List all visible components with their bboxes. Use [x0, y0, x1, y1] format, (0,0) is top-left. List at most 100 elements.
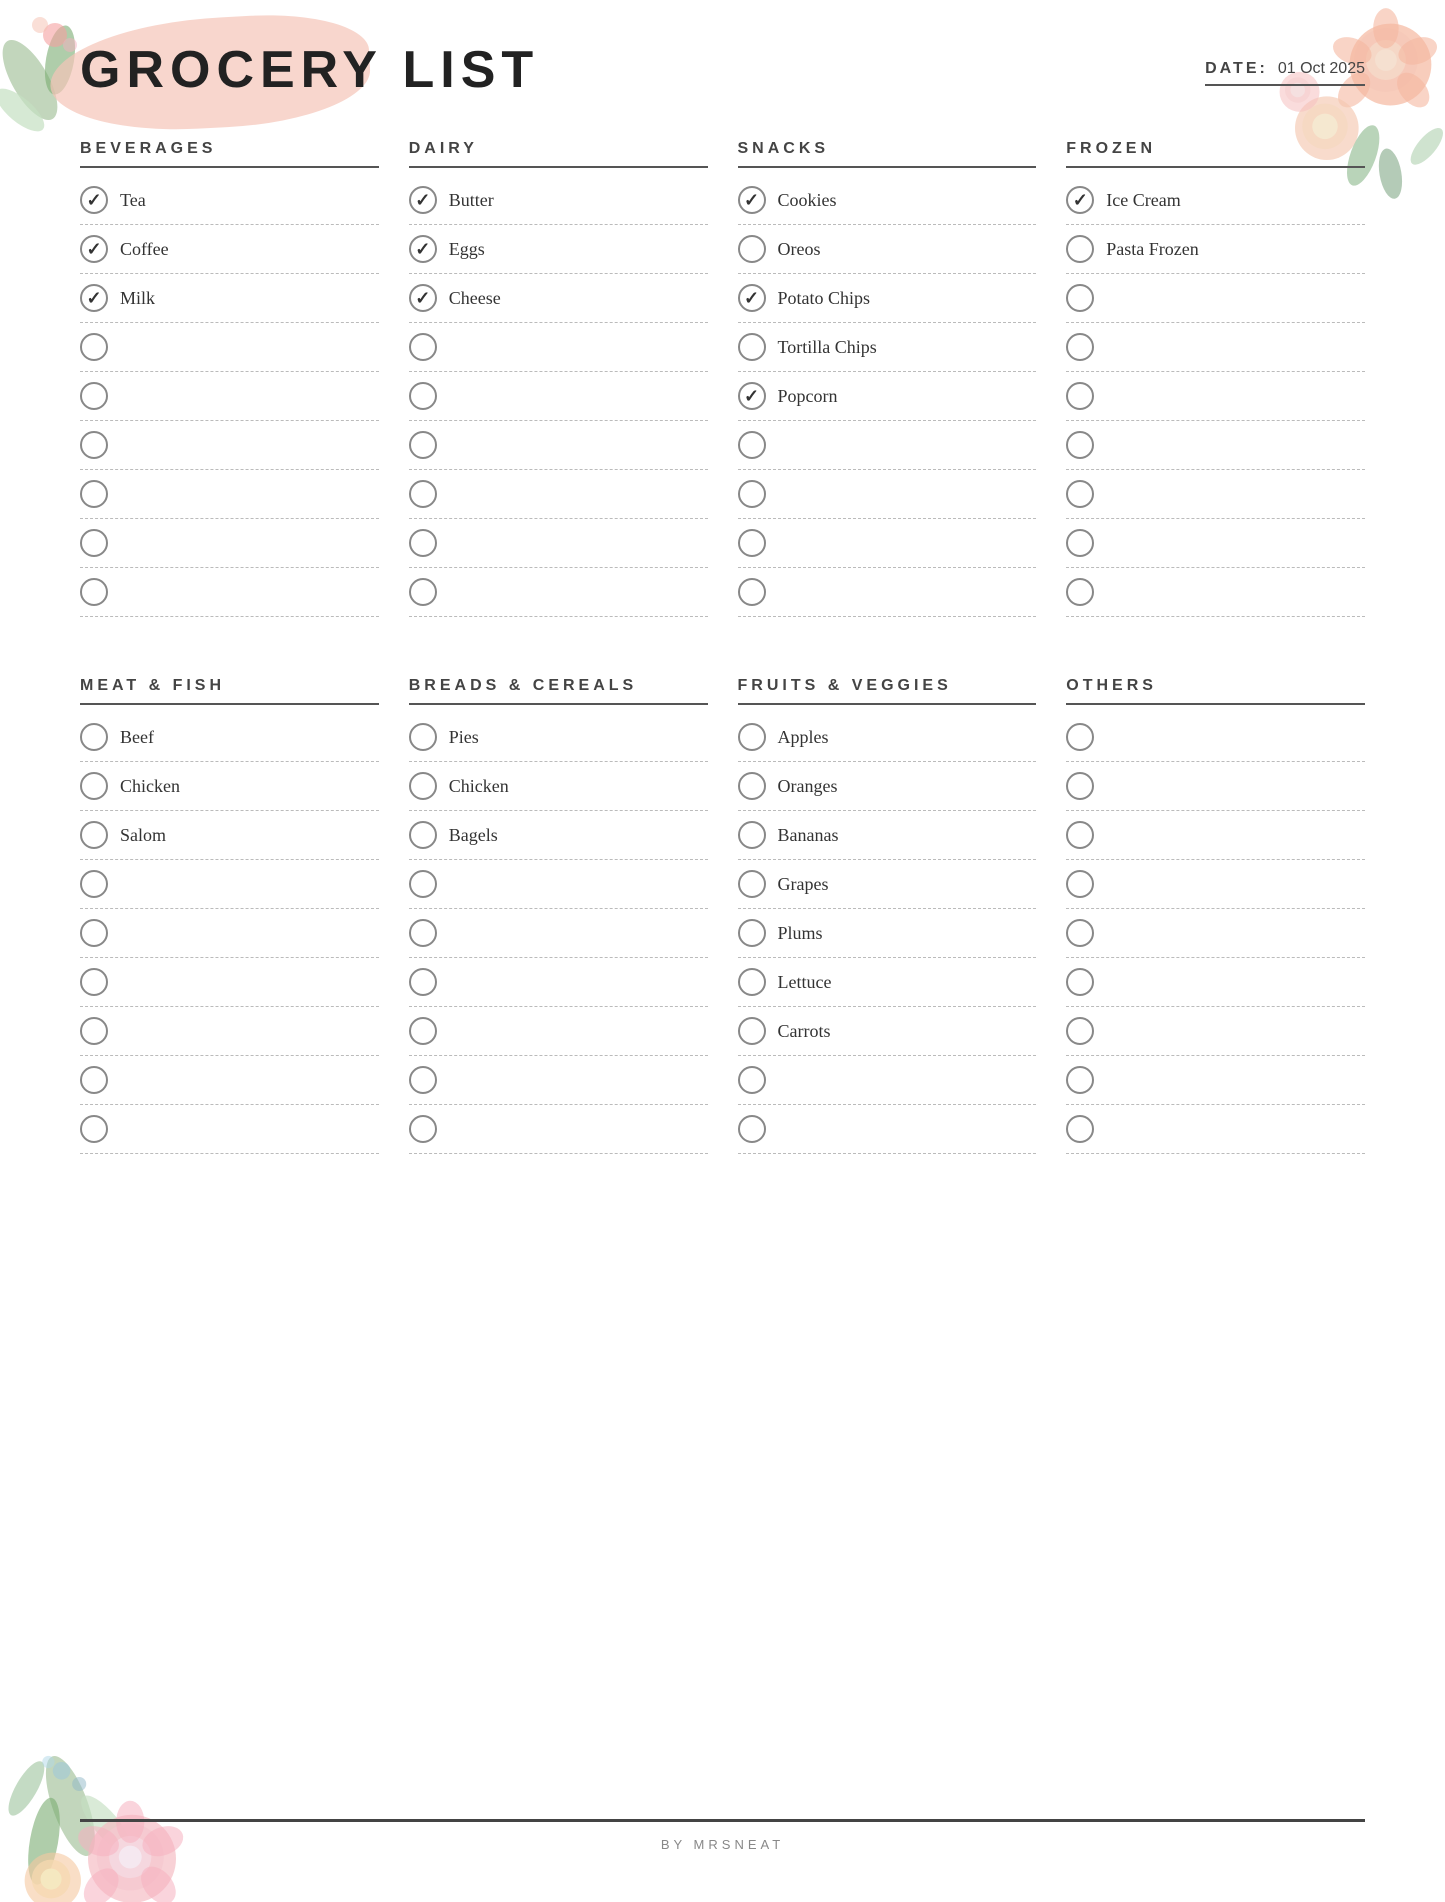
list-item[interactable]	[1066, 811, 1365, 860]
checkbox[interactable]	[409, 968, 437, 996]
list-item[interactable]: ✓Cheese	[409, 274, 708, 323]
checkbox[interactable]	[1066, 284, 1094, 312]
list-item[interactable]	[1066, 568, 1365, 617]
list-item[interactable]: Lettuce	[738, 958, 1037, 1007]
checkbox[interactable]	[738, 431, 766, 459]
list-item[interactable]	[80, 323, 379, 372]
list-item[interactable]	[80, 958, 379, 1007]
list-item[interactable]	[738, 1056, 1037, 1105]
checkbox[interactable]	[1066, 772, 1094, 800]
checkbox[interactable]	[738, 821, 766, 849]
checkbox[interactable]	[409, 870, 437, 898]
list-item[interactable]: Salom	[80, 811, 379, 860]
list-item[interactable]: Grapes	[738, 860, 1037, 909]
checkbox[interactable]	[409, 723, 437, 751]
list-item[interactable]	[80, 1007, 379, 1056]
list-item[interactable]	[409, 958, 708, 1007]
checkbox[interactable]: ✓	[409, 186, 437, 214]
list-item[interactable]	[80, 372, 379, 421]
checkbox[interactable]	[409, 1115, 437, 1143]
list-item[interactable]: Plums	[738, 909, 1037, 958]
checkbox[interactable]	[80, 723, 108, 751]
list-item[interactable]	[80, 1056, 379, 1105]
checkbox[interactable]	[1066, 382, 1094, 410]
checkbox[interactable]	[409, 382, 437, 410]
checkbox[interactable]	[80, 578, 108, 606]
list-item[interactable]	[409, 1105, 708, 1154]
checkbox[interactable]	[738, 1066, 766, 1094]
checkbox[interactable]	[409, 919, 437, 947]
list-item[interactable]: ✓Cookies	[738, 176, 1037, 225]
checkbox[interactable]	[409, 772, 437, 800]
checkbox[interactable]	[1066, 723, 1094, 751]
list-item[interactable]	[80, 470, 379, 519]
list-item[interactable]	[1066, 909, 1365, 958]
list-item[interactable]	[1066, 1007, 1365, 1056]
checkbox[interactable]	[80, 821, 108, 849]
list-item[interactable]: Carrots	[738, 1007, 1037, 1056]
checkbox[interactable]: ✓	[80, 186, 108, 214]
list-item[interactable]: Pies	[409, 713, 708, 762]
checkbox[interactable]: ✓	[1066, 186, 1094, 214]
list-item[interactable]: Oranges	[738, 762, 1037, 811]
checkbox[interactable]	[80, 431, 108, 459]
list-item[interactable]	[409, 568, 708, 617]
checkbox[interactable]	[1066, 1017, 1094, 1045]
checkbox[interactable]	[1066, 431, 1094, 459]
checkbox[interactable]	[1066, 578, 1094, 606]
list-item[interactable]: ✓Milk	[80, 274, 379, 323]
checkbox[interactable]	[80, 382, 108, 410]
list-item[interactable]: ✓Tea	[80, 176, 379, 225]
list-item[interactable]: ✓Coffee	[80, 225, 379, 274]
checkbox[interactable]	[80, 333, 108, 361]
list-item[interactable]	[738, 1105, 1037, 1154]
list-item[interactable]	[1066, 762, 1365, 811]
list-item[interactable]: Chicken	[80, 762, 379, 811]
list-item[interactable]	[1066, 958, 1365, 1007]
list-item[interactable]	[409, 1056, 708, 1105]
checkbox[interactable]	[1066, 235, 1094, 263]
list-item[interactable]: Tortilla Chips	[738, 323, 1037, 372]
list-item[interactable]	[80, 860, 379, 909]
checkbox[interactable]: ✓	[738, 382, 766, 410]
checkbox[interactable]	[1066, 1066, 1094, 1094]
list-item[interactable]	[738, 470, 1037, 519]
list-item[interactable]	[409, 519, 708, 568]
list-item[interactable]	[1066, 421, 1365, 470]
list-item[interactable]	[409, 909, 708, 958]
list-item[interactable]	[1066, 470, 1365, 519]
list-item[interactable]	[80, 519, 379, 568]
checkbox[interactable]: ✓	[738, 186, 766, 214]
checkbox[interactable]	[409, 1017, 437, 1045]
checkbox[interactable]	[738, 919, 766, 947]
list-item[interactable]	[1066, 323, 1365, 372]
list-item[interactable]	[738, 421, 1037, 470]
checkbox[interactable]: ✓	[80, 235, 108, 263]
checkbox[interactable]	[80, 919, 108, 947]
list-item[interactable]	[1066, 274, 1365, 323]
checkbox[interactable]: ✓	[409, 284, 437, 312]
checkbox[interactable]	[738, 529, 766, 557]
checkbox[interactable]	[80, 529, 108, 557]
checkbox[interactable]	[1066, 333, 1094, 361]
list-item[interactable]: ✓Eggs	[409, 225, 708, 274]
list-item[interactable]	[1066, 1056, 1365, 1105]
checkbox[interactable]	[1066, 529, 1094, 557]
list-item[interactable]	[738, 568, 1037, 617]
list-item[interactable]	[1066, 519, 1365, 568]
checkbox[interactable]	[1066, 1115, 1094, 1143]
list-item[interactable]	[409, 372, 708, 421]
list-item[interactable]	[1066, 372, 1365, 421]
list-item[interactable]	[738, 519, 1037, 568]
list-item[interactable]: Beef	[80, 713, 379, 762]
checkbox[interactable]	[409, 821, 437, 849]
checkbox[interactable]	[409, 333, 437, 361]
list-item[interactable]: Bananas	[738, 811, 1037, 860]
checkbox[interactable]	[80, 1066, 108, 1094]
checkbox[interactable]	[80, 1017, 108, 1045]
checkbox[interactable]	[409, 1066, 437, 1094]
list-item[interactable]: ✓Popcorn	[738, 372, 1037, 421]
list-item[interactable]: ✓Ice Cream	[1066, 176, 1365, 225]
list-item[interactable]	[409, 1007, 708, 1056]
checkbox[interactable]	[1066, 821, 1094, 849]
